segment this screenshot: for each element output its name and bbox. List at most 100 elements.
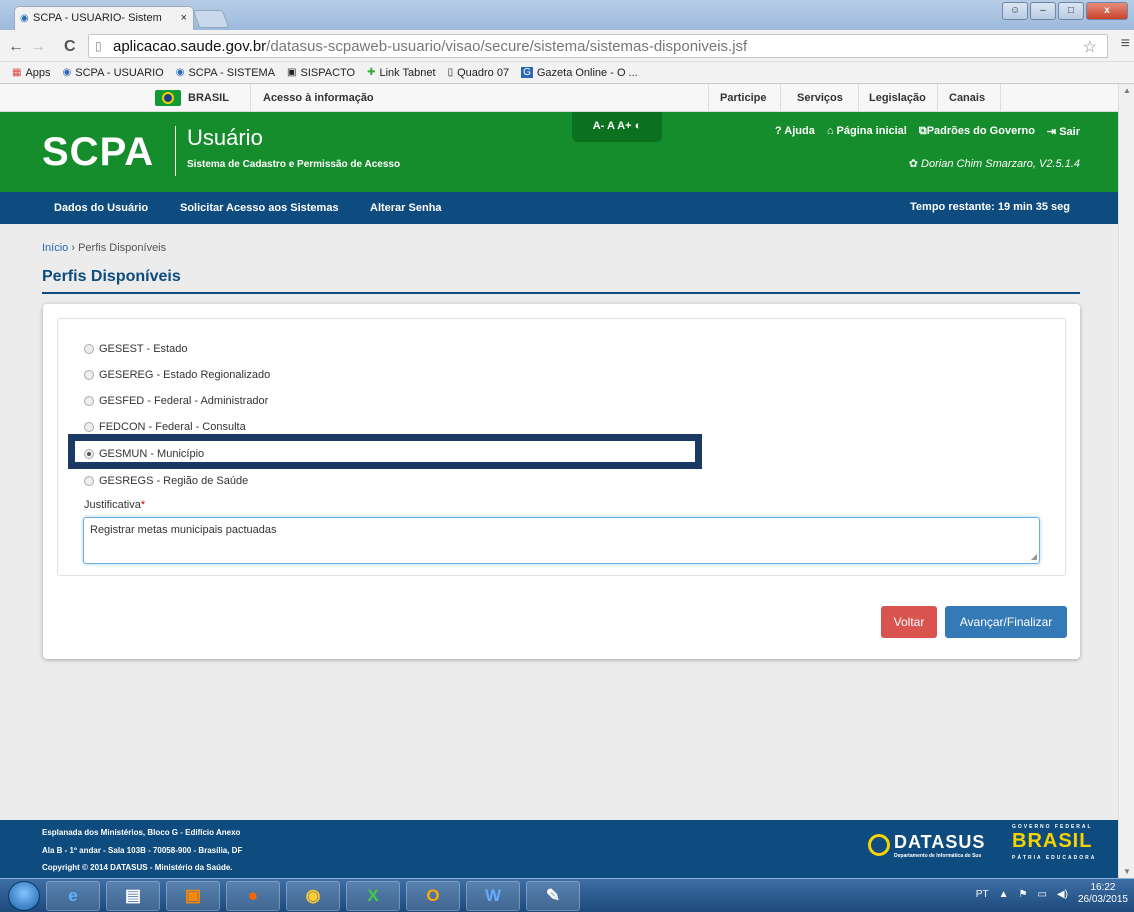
ie-icon[interactable]: e (46, 881, 100, 911)
bookmark-gazeta[interactable]: G Gazeta Online - O ... (521, 67, 638, 79)
scpa-logo[interactable]: SCPA (42, 130, 154, 175)
chrome-icon[interactable]: ◉ (286, 881, 340, 911)
gov-brasil-link[interactable]: BRASIL (188, 92, 229, 104)
profile-icon[interactable]: ☺ (1002, 2, 1028, 20)
scroll-down-icon[interactable]: ▼ (1123, 867, 1131, 876)
bookmark-scpa-usuario[interactable]: ◉ SCPA - USUARIO (63, 67, 164, 79)
resize-grip-icon[interactable]: ◢ (1031, 552, 1037, 561)
outlook-icon[interactable]: O (406, 881, 460, 911)
back-button[interactable]: Voltar (881, 606, 937, 638)
bookmark-apps[interactable]: ▦ Apps (12, 67, 51, 79)
main-content: Início › Perfis Disponíveis Perfis Dispo… (0, 224, 1118, 820)
gov-bar: BRASIL Acesso à informação Participe Ser… (0, 84, 1118, 112)
nav-solicitar-acesso[interactable]: Solicitar Acesso aos Sistemas (180, 202, 339, 214)
language-indicator[interactable]: PT (976, 889, 989, 900)
browser-tab[interactable]: ◉ SCPA - USUARIO- Sistem × (14, 6, 194, 30)
breadcrumb: Início › Perfis Disponíveis (42, 242, 166, 254)
footer-copyright: Copyright © 2014 DATASUS - Ministério da… (42, 863, 233, 872)
header-subtitle: Sistema de Cadastro e Permissão de Acess… (187, 159, 401, 170)
radio-button[interactable] (84, 370, 94, 380)
tab-title: SCPA - USUARIO- Sistem (33, 12, 162, 24)
sispacto-icon: ▣ (287, 67, 297, 78)
forward-arrow-icon[interactable]: → (30, 38, 46, 56)
system-tray: PT ▲ ⚑ ▭ ◀) 16:22 26/03/2015 (976, 882, 1128, 906)
gov-link-servicos[interactable]: Serviços (797, 92, 843, 104)
bookmark-star-icon[interactable]: ☆ (1083, 37, 1097, 57)
justification-textarea[interactable]: Registrar metas municipais pactuadas ◢ (83, 517, 1040, 564)
clock[interactable]: 16:22 26/03/2015 (1078, 882, 1128, 906)
gov-link-participe[interactable]: Participe (720, 92, 766, 104)
radio-button-selected[interactable] (84, 449, 94, 459)
back-arrow-icon[interactable]: ← (8, 38, 24, 56)
clock-date: 26/03/2015 (1077, 894, 1128, 905)
nav-dados-usuario[interactable]: Dados do Usuário (54, 202, 148, 214)
gov-acesso-link[interactable]: Acesso à informação (263, 92, 374, 104)
breadcrumb-home[interactable]: Início (42, 242, 68, 254)
word-icon[interactable]: W (466, 881, 520, 911)
firefox-icon[interactable]: ● (226, 881, 280, 911)
nav-alterar-senha[interactable]: Alterar Senha (370, 202, 442, 214)
profile-option-gesereg[interactable]: GESEREG - Estado Regionalizado (84, 369, 270, 381)
tab-close-icon[interactable]: × (181, 12, 187, 24)
volume-icon[interactable]: ◀) (1057, 889, 1068, 900)
radio-button[interactable] (84, 396, 94, 406)
clock-time: 16:22 (1090, 882, 1116, 893)
radio-button[interactable] (84, 344, 94, 354)
gov-standards-link[interactable]: ⧉Padrões do Governo (919, 125, 1035, 138)
bookmark-quadro[interactable]: ▯ Quadro 07 (448, 67, 510, 79)
gov-link-legislacao[interactable]: Legislação (869, 92, 926, 104)
apps-grid-icon: ▦ (12, 67, 22, 78)
home-link[interactable]: ⌂ Página inicial (827, 125, 907, 138)
font-size-controls[interactable]: A- A A+ ◐ (572, 112, 662, 142)
flag-icon[interactable]: ⚑ (1018, 889, 1027, 900)
bookmark-scpa-sistema[interactable]: ◉ SCPA - SISTEMA (176, 67, 275, 79)
radio-button[interactable] (84, 476, 94, 486)
browser-toolbar: ← → C ▯ aplicacao.saude.gov.br/datasus-s… (0, 30, 1134, 62)
explorer-icon[interactable]: ▤ (106, 881, 160, 911)
excel-icon[interactable]: X (346, 881, 400, 911)
tray-arrow-icon[interactable]: ▲ (999, 889, 1009, 900)
help-link[interactable]: ? Ajuda (775, 125, 815, 138)
radio-button[interactable] (84, 422, 94, 432)
justification-value: Registrar metas municipais pactuadas (90, 524, 277, 536)
gov-link-canais[interactable]: Canais (949, 92, 985, 104)
bookmark-sispacto[interactable]: ▣ SISPACTO (287, 67, 355, 79)
minimize-icon[interactable]: – (1030, 2, 1056, 20)
main-nav: Dados do Usuário Solicitar Acesso aos Si… (0, 192, 1118, 224)
start-button[interactable] (8, 881, 40, 911)
gazeta-icon: G (521, 67, 533, 78)
media-player-icon[interactable]: ▣ (166, 881, 220, 911)
close-window-icon[interactable]: x (1086, 2, 1128, 20)
reload-icon[interactable]: C (64, 38, 76, 56)
maximize-icon[interactable]: □ (1058, 2, 1084, 20)
profile-option-gesmun[interactable]: GESMUN - Município (84, 448, 204, 460)
required-mark: * (140, 499, 146, 511)
profile-option-gesfed[interactable]: GESFED - Federal - Administrador (84, 395, 268, 407)
profile-option-gesest[interactable]: GESEST - Estado (84, 343, 187, 355)
governo-federal-logo[interactable]: GOVERNO FEDERAL BRASIL PÁTRIA EDUCADORA (1012, 824, 1094, 864)
profile-option-fedcon[interactable]: FEDCON - Federal - Consulta (84, 421, 246, 433)
footer-address-2: Ala B - 1º andar - Sala 103B - 70058-900… (42, 846, 243, 855)
address-bar[interactable]: ▯ aplicacao.saude.gov.br/datasus-scpaweb… (88, 34, 1108, 58)
page-scrollbar[interactable]: ▲ ▼ (1118, 84, 1134, 878)
tabnet-icon: ✚ (367, 67, 376, 78)
user-info: ✿ Dorian Chim Smarzaro, V2.5.1.4 (909, 157, 1080, 170)
paint-icon[interactable]: ✎ (526, 881, 580, 911)
breadcrumb-current: Perfis Disponíveis (78, 242, 167, 254)
user-name: Dorian Chim Smarzaro, V2.5.1.4 (921, 158, 1080, 170)
page-title: Perfis Disponíveis (42, 268, 181, 285)
scroll-up-icon[interactable]: ▲ (1123, 86, 1131, 95)
menu-icon[interactable]: ≡ (1121, 35, 1130, 53)
profiles-card: GESEST - Estado GESEREG - Estado Regiona… (43, 304, 1080, 659)
network-icon[interactable]: ▭ (1037, 889, 1046, 900)
profile-option-gesregs[interactable]: GESREGS - Região de Saúde (84, 475, 248, 487)
next-finish-button[interactable]: Avançar/Finalizar (945, 606, 1067, 638)
logout-link[interactable]: ⇥ Sair (1047, 125, 1080, 138)
header-title: Usuário (187, 125, 263, 150)
url-path: /datasus-scpaweb-usuario/visao/secure/si… (266, 38, 748, 55)
site-header: SCPA Usuário Sistema de Cadastro e Permi… (0, 112, 1118, 192)
page-icon: ▯ (447, 67, 454, 78)
bookmark-tabnet[interactable]: ✚ Link Tabnet (367, 67, 435, 79)
new-tab-button[interactable] (192, 10, 230, 28)
scpa-icon: ◉ (62, 67, 72, 78)
